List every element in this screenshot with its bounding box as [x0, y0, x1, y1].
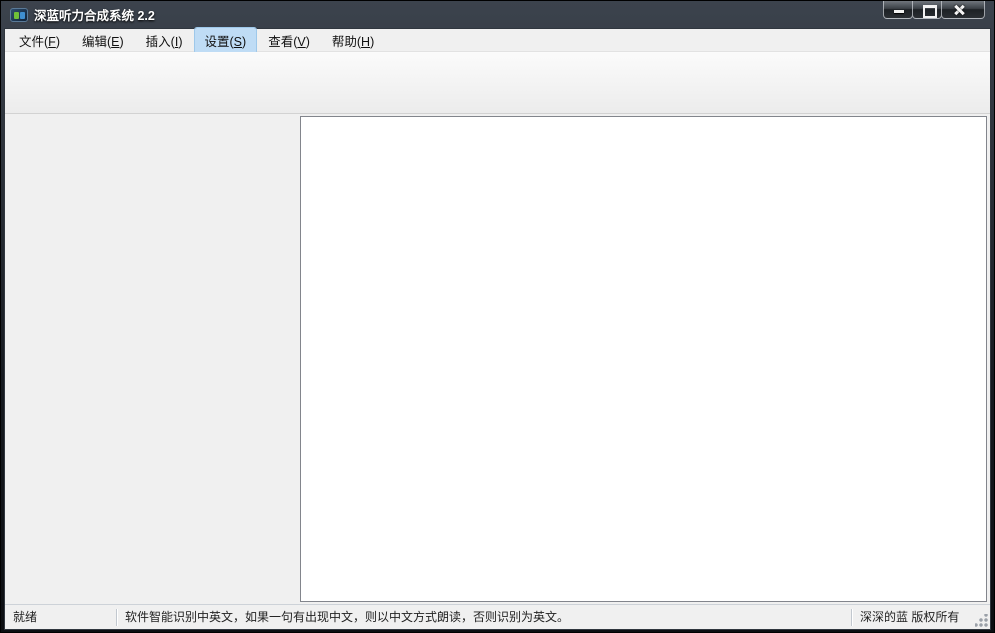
status-bar: 就绪 软件智能识别中英文，如果一句有出现中文，则以中文方式朗读，否则识别为英文。…: [5, 604, 990, 629]
maximize-button[interactable]: [912, 1, 942, 19]
app-icon: [10, 8, 28, 22]
minimize-button[interactable]: [883, 1, 913, 19]
status-hint: 软件智能识别中英文，如果一句有出现中文，则以中文方式朗读，否则识别为英文。: [117, 609, 852, 626]
resize-grip-icon[interactable]: [975, 614, 988, 627]
window-title: 深蓝听力合成系统 2.2: [34, 5, 155, 24]
caption-buttons: [884, 1, 985, 19]
status-ready: 就绪: [5, 609, 117, 626]
window-client-area: 文件(F)编辑(E)插入(I)设置(S)查看(V)帮助(H) 就绪 软件智能识别…: [4, 28, 991, 630]
menu-bar: 文件(F)编辑(E)插入(I)设置(S)查看(V)帮助(H): [5, 29, 990, 52]
script-editor[interactable]: [300, 116, 987, 602]
menu-item-insert[interactable]: 插入(I): [136, 28, 193, 53]
voice-settings-panel: [5, 114, 299, 604]
status-copyright: 深深的蓝 版权所有: [852, 609, 990, 626]
app-window: 深蓝听力合成系统 2.2 文件(F)编辑(E)插入(I)设置(S)查看(V)帮助…: [0, 0, 995, 633]
menu-item-file[interactable]: 文件(F): [9, 28, 70, 53]
close-button[interactable]: [941, 1, 985, 19]
toolbar: [5, 52, 990, 114]
main-area: [5, 114, 990, 604]
menu-item-help[interactable]: 帮助(H): [322, 28, 384, 53]
title-bar[interactable]: 深蓝听力合成系统 2.2: [4, 1, 991, 28]
menu-item-view[interactable]: 查看(V): [258, 28, 320, 53]
menu-item-edit[interactable]: 编辑(E): [72, 28, 134, 53]
menu-item-settings[interactable]: 设置(S): [195, 28, 257, 53]
